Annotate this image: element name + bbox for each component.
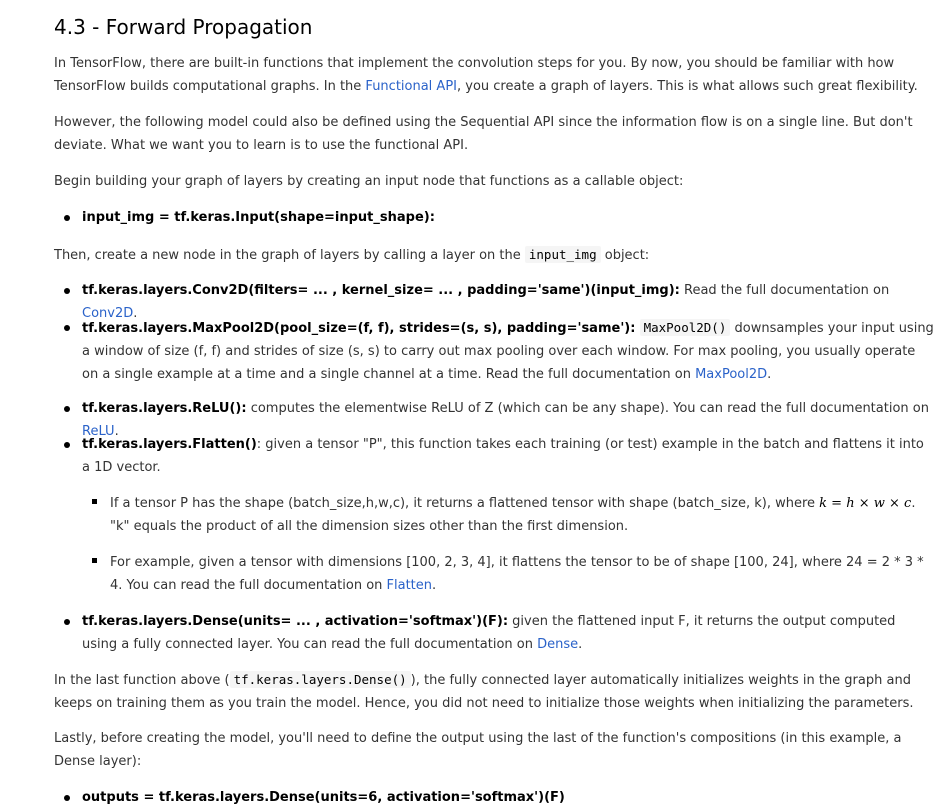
begin-building-paragraph: Begin building your graph of layers by c… (54, 174, 684, 189)
square-bullet-icon (92, 499, 97, 504)
bullet-icon (64, 619, 70, 625)
flatten-example-subitem: For example, given a tensor with dimensi… (110, 555, 924, 593)
flatten-shape-subitem: If a tensor P has the shape (batch_size,… (110, 496, 916, 534)
maxpool2d-link[interactable]: MaxPool2D (695, 367, 767, 382)
then-create-paragraph: Then, create a new node in the graph of … (54, 246, 650, 263)
sequential-api-paragraph: However, the following model could also … (54, 115, 913, 153)
notebook-markdown-cell: 4.3 - Forward Propagation In TensorFlow,… (0, 0, 942, 812)
flatten-link[interactable]: Flatten (387, 578, 433, 593)
input-img-code: input_img (524, 246, 601, 263)
bullet-icon (64, 325, 70, 331)
functional-api-link[interactable]: Functional API (365, 79, 457, 94)
lastly-paragraph: Lastly, before creating the model, you'l… (54, 731, 902, 769)
bullet-icon (64, 215, 70, 221)
outputs-item: outputs = tf.keras.layers.Dense(units=6,… (82, 790, 565, 805)
last-function-paragraph: In the last function above (tf.keras.lay… (54, 671, 914, 711)
bullet-icon (64, 406, 70, 412)
dense-code: tf.keras.layers.Dense() (229, 671, 411, 688)
dense-item: tf.keras.layers.Dense(units= ... , activ… (82, 614, 896, 652)
intro-paragraph: In TensorFlow, there are built-in functi… (54, 56, 918, 94)
maxpool2d-code: MaxPool2D() (639, 319, 731, 336)
maxpool2d-item: tf.keras.layers.MaxPool2D(pool_size=(f, … (82, 319, 934, 382)
square-bullet-icon (92, 558, 97, 563)
input-img-item: input_img = tf.keras.Input(shape=input_s… (82, 210, 435, 225)
bullet-icon (64, 288, 70, 294)
bullet-icon (64, 795, 70, 801)
dense-link[interactable]: Dense (537, 637, 578, 652)
section-heading: 4.3 - Forward Propagation (54, 15, 313, 39)
bullet-icon (64, 442, 70, 448)
flatten-item: tf.keras.layers.Flatten(): given a tenso… (82, 437, 924, 475)
k-formula: k = h × w × c (819, 496, 912, 511)
